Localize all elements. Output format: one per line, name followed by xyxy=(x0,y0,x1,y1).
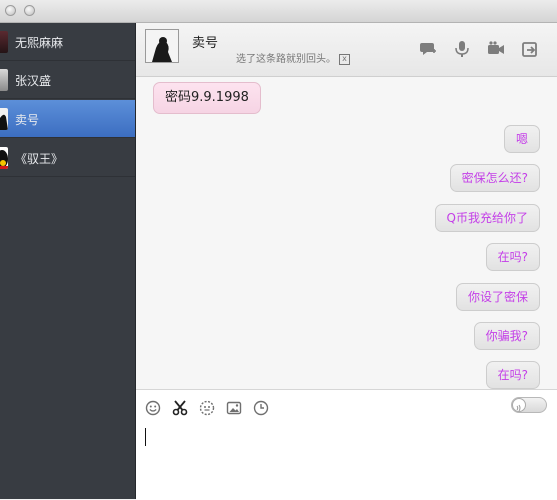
contact-item[interactable]: 无熙麻麻 xyxy=(0,23,135,61)
contact-avatar xyxy=(0,69,8,91)
contact-name: 卖号 xyxy=(15,113,40,127)
chat-header: 卖号 选了这条路就别回头。 x xyxy=(136,23,557,77)
signature-text: 选了这条路就别回头。 xyxy=(236,54,336,65)
contact-name: 张汉盛 xyxy=(15,74,52,88)
image-icon[interactable] xyxy=(226,400,242,416)
header-avatar[interactable] xyxy=(145,29,179,63)
chat-bubble-icon[interactable] xyxy=(419,40,437,58)
outgoing-message: 你设了密保 xyxy=(455,283,540,311)
outgoing-message: 嗯 xyxy=(503,125,540,153)
contact-avatar xyxy=(0,108,8,130)
message-list[interactable]: 密码9.9.1998 嗯 密保怎么还? Q币我充给你了 在吗? 你设了密保 你骗… xyxy=(136,77,557,389)
signature-close-icon[interactable]: x xyxy=(339,53,350,65)
incoming-message: 密码9.9.1998 xyxy=(153,82,261,114)
contact-item[interactable]: 张汉盛 xyxy=(0,61,135,99)
window-close-button[interactable] xyxy=(5,5,16,16)
message-input[interactable] xyxy=(136,420,557,500)
contact-item[interactable]: 《驭王》 xyxy=(0,139,135,177)
contact-sidebar: 无熙麻麻 张汉盛 卖号 《驭王》 xyxy=(0,23,136,499)
outgoing-message: 在吗? xyxy=(485,243,540,271)
sound-wave-icon xyxy=(516,404,521,412)
outgoing-message: 密保怎么还? xyxy=(449,164,540,192)
chat-contact-name: 卖号 xyxy=(192,36,219,51)
share-icon[interactable] xyxy=(521,40,539,58)
toggle-knob xyxy=(512,398,526,412)
window-titlebar xyxy=(0,0,557,23)
sticker-icon[interactable] xyxy=(199,400,215,416)
outgoing-message: 你骗我? xyxy=(473,322,540,350)
text-cursor xyxy=(145,428,146,446)
contact-signature: 选了这条路就别回头。 x xyxy=(236,50,350,65)
microphone-icon[interactable] xyxy=(453,40,471,58)
outgoing-message: Q币我充给你了 xyxy=(434,204,540,232)
window-minimize-button[interactable] xyxy=(24,5,35,16)
voice-toggle[interactable] xyxy=(511,397,547,413)
message-composer xyxy=(136,389,557,500)
outgoing-message: 在吗? xyxy=(485,361,540,389)
emoji-icon[interactable] xyxy=(145,400,161,416)
qq-penguin-icon xyxy=(0,147,8,169)
video-camera-icon[interactable] xyxy=(487,40,505,58)
contact-name: 无熙麻麻 xyxy=(15,36,64,50)
scissors-icon[interactable] xyxy=(172,400,188,416)
contact-avatar xyxy=(0,31,8,53)
contact-name: 《驭王》 xyxy=(15,152,64,166)
history-clock-icon[interactable] xyxy=(253,400,269,416)
contact-item-selected[interactable]: 卖号 xyxy=(0,100,135,138)
